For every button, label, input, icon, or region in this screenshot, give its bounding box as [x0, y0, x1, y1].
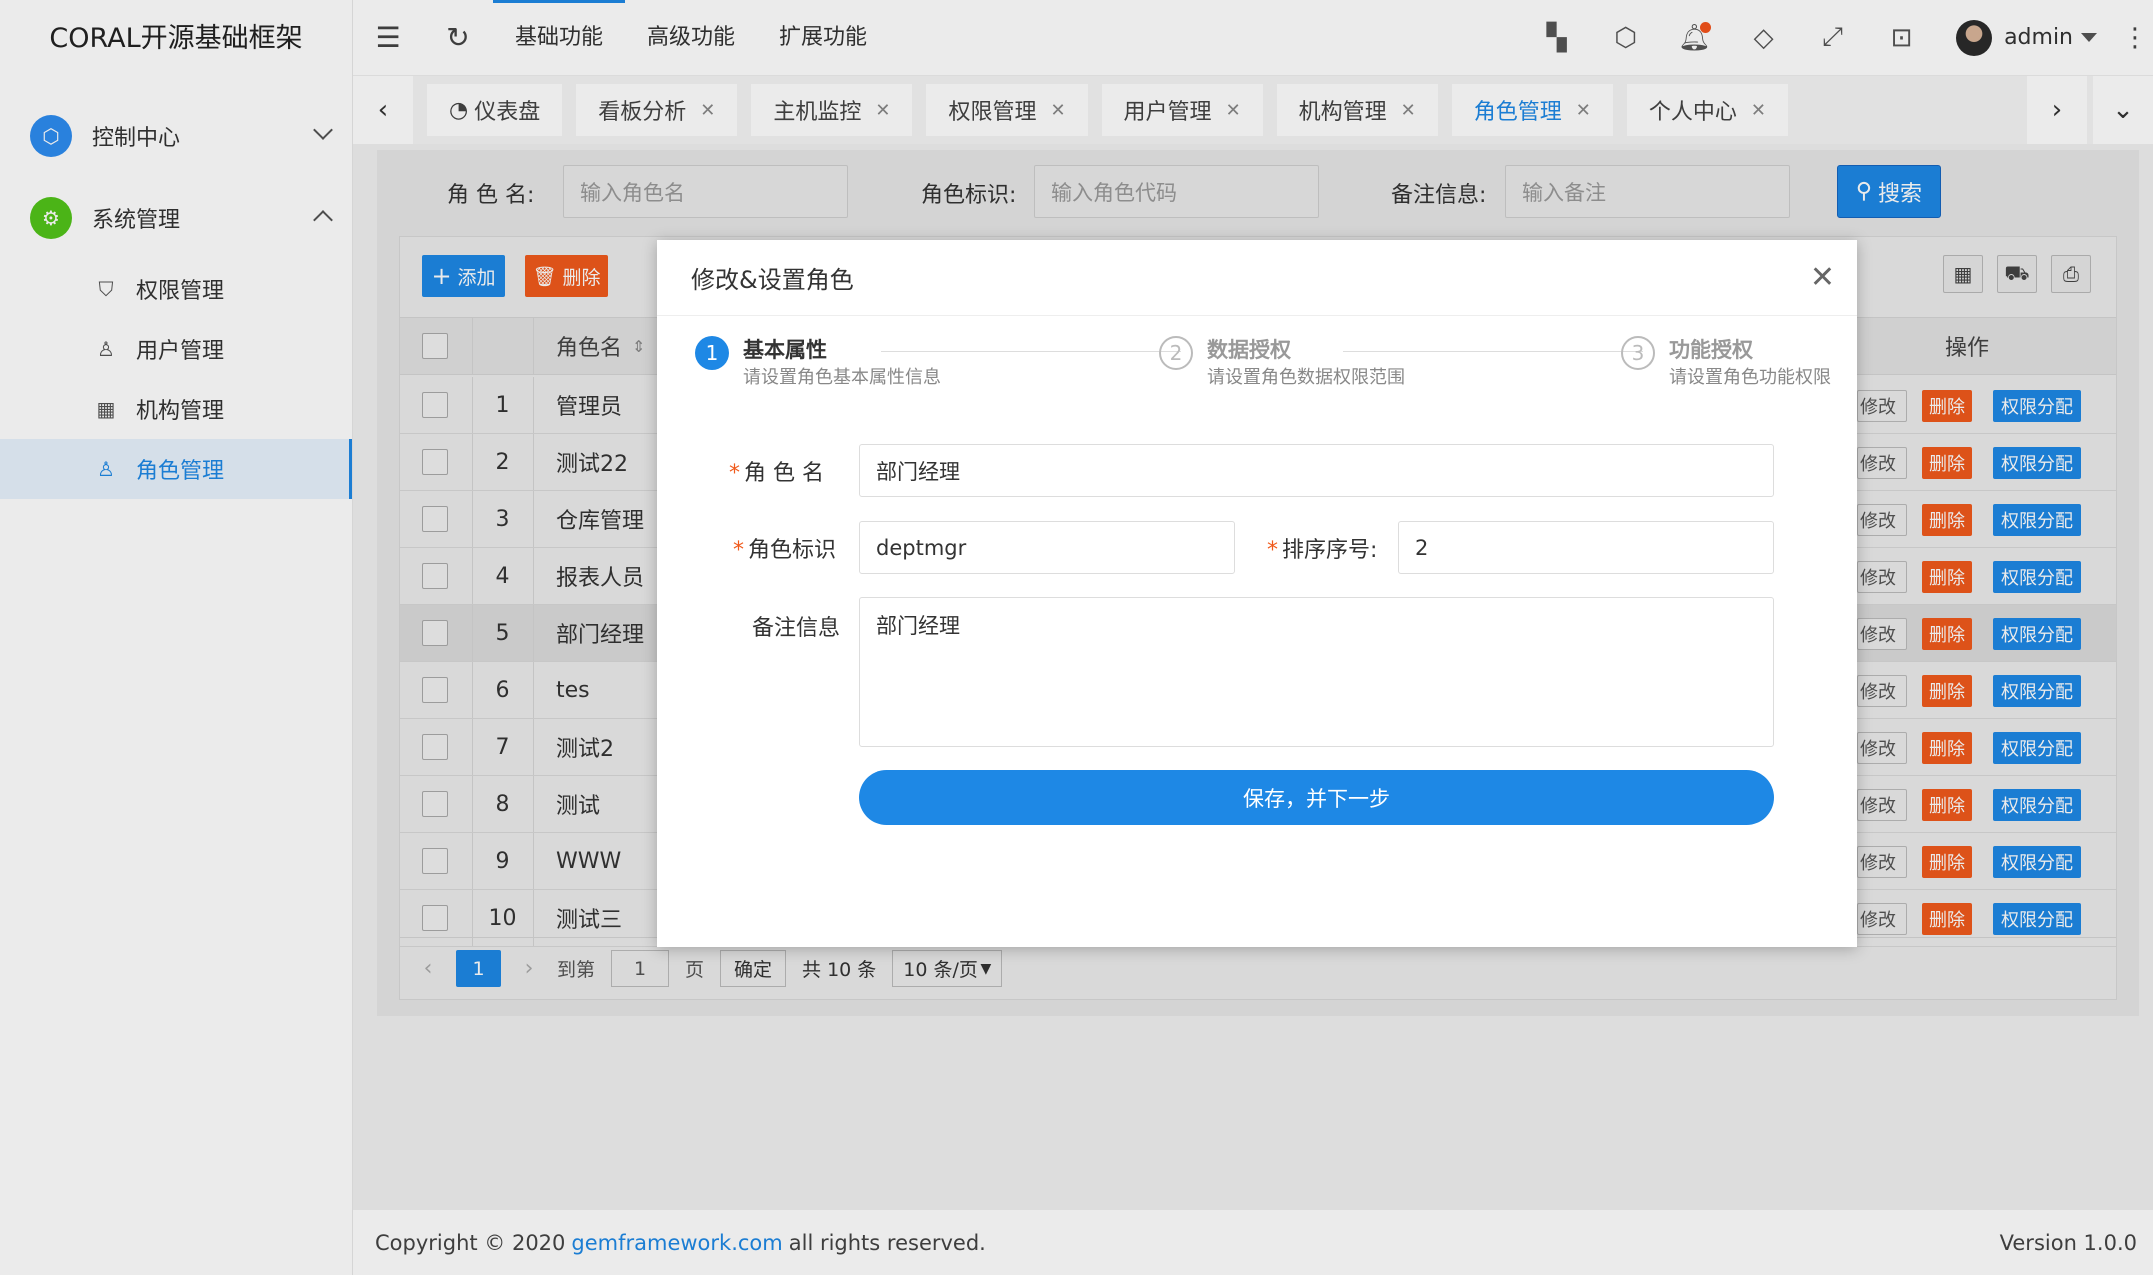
remark-textarea[interactable]: 部门经理	[859, 597, 1774, 747]
role-code-field[interactable]: deptmgr	[859, 521, 1235, 574]
sort-field-label: * 排序序号:	[1267, 532, 1377, 564]
step-title: 功能授权	[1669, 338, 1753, 362]
step-desc: 请设置角色数据权限范围	[1207, 367, 1405, 388]
required-mark: *	[1267, 538, 1278, 563]
field-label-text: 角色标识	[748, 538, 837, 563]
role-code-field-label: * 角色标识	[733, 532, 836, 564]
step-connector	[1343, 351, 1643, 352]
step-desc: 请设置角色基本属性信息	[743, 367, 941, 388]
step-number: 1	[695, 336, 729, 370]
role-name-field-label: * 角 色 名	[729, 455, 824, 487]
required-mark: *	[733, 538, 744, 563]
edit-role-dialog: 修改&设置角色 ✕ 1 基本属性请设置角色基本属性信息 2 数据授权请设置角色数…	[657, 240, 1857, 947]
field-label-text: 排序序号:	[1282, 538, 1378, 563]
required-mark: *	[729, 461, 740, 486]
step-title: 基本属性	[743, 338, 827, 362]
field-label-text: 角 色 名	[744, 461, 824, 486]
step-desc: 请设置角色功能权限	[1669, 367, 1831, 388]
dialog-title: 修改&设置角色	[691, 266, 854, 294]
wizard-steps: 1 基本属性请设置角色基本属性信息 2 数据授权请设置角色数据权限范围 3 功能…	[695, 336, 1835, 406]
step-basic[interactable]: 1 基本属性请设置角色基本属性信息	[695, 336, 941, 392]
step-function[interactable]: 3 功能授权请设置角色功能权限	[1621, 336, 1831, 392]
step-number: 3	[1621, 336, 1655, 370]
step-number: 2	[1159, 336, 1193, 370]
remark-field-label: 备注信息	[752, 616, 841, 641]
save-next-button[interactable]: 保存，并下一步	[859, 770, 1774, 825]
step-data[interactable]: 2 数据授权请设置角色数据权限范围	[1159, 336, 1405, 392]
role-name-field[interactable]: 部门经理	[859, 444, 1774, 497]
step-connector	[881, 351, 1181, 352]
sort-order-field[interactable]: 2	[1398, 521, 1774, 574]
close-icon[interactable]: ✕	[1810, 260, 1835, 295]
step-title: 数据授权	[1207, 338, 1291, 362]
dialog-header: 修改&设置角色 ✕	[657, 240, 1857, 316]
